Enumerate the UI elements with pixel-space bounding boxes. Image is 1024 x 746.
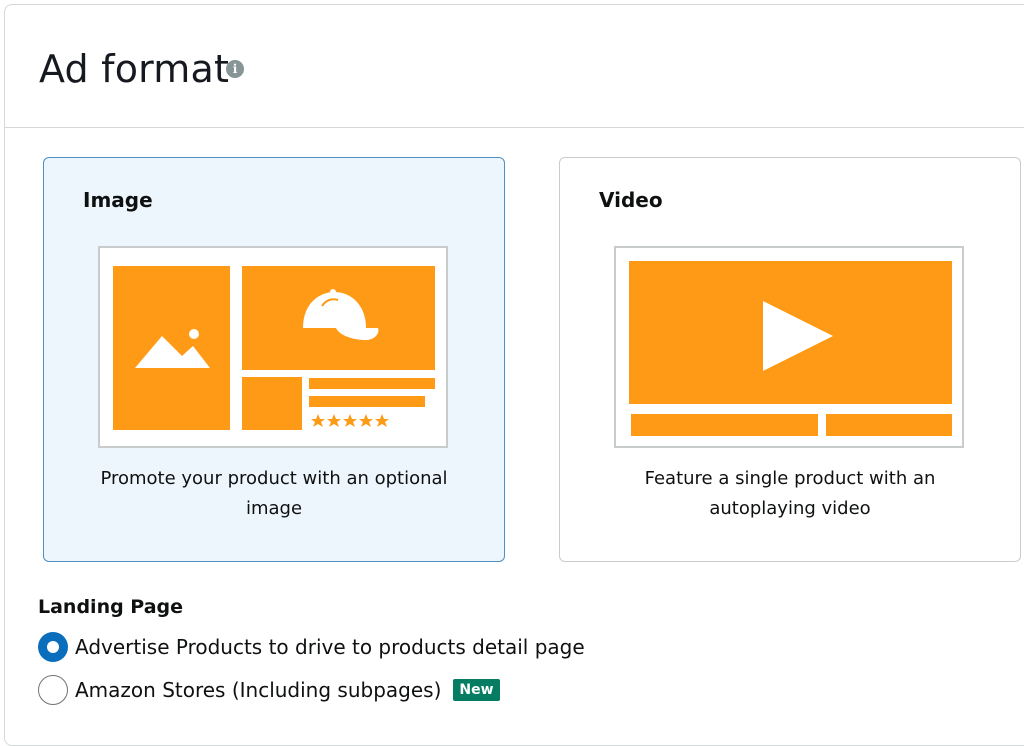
- caption-bar-right: [826, 414, 952, 436]
- card-title-video: Video: [599, 188, 663, 212]
- landing-option-amazon-stores[interactable]: Amazon Stores (Including subpages) New: [38, 675, 500, 705]
- image-ad-graphic: [113, 266, 435, 430]
- video-format-card[interactable]: Video Feature a single product with an a…: [559, 157, 1021, 562]
- rating-stars-icon: [311, 414, 389, 427]
- landing-option-product-detail[interactable]: Advertise Products to drive to products …: [38, 632, 585, 662]
- video-ad-illustration: [614, 246, 964, 448]
- video-ad-graphic: [629, 261, 952, 436]
- page-title: Ad format: [39, 47, 230, 91]
- title-bar: [309, 378, 435, 389]
- card-title-image: Image: [83, 188, 153, 212]
- landing-page-label: Landing Page: [38, 596, 184, 618]
- thumbnail-tile: [242, 377, 302, 430]
- radio-label: Amazon Stores (Including subpages): [75, 678, 442, 702]
- sun-icon: [189, 329, 199, 339]
- radio-label: Advertise Products to drive to products …: [75, 635, 585, 659]
- caption-bar-left: [631, 414, 818, 436]
- info-icon[interactable]: i: [226, 60, 244, 78]
- panel-header: Ad format i: [5, 5, 1024, 128]
- subtitle-bar: [309, 396, 425, 407]
- new-badge: New: [453, 679, 500, 701]
- radio-button-unselected[interactable]: [38, 675, 68, 705]
- image-ad-illustration: [98, 246, 448, 448]
- card-description-image: Promote your product with an optional im…: [100, 468, 448, 519]
- card-description-video: Feature a single product with an autopla…: [644, 468, 936, 519]
- image-format-card[interactable]: Image Promote your product with an optio…: [43, 157, 505, 562]
- radio-button-selected[interactable]: [38, 632, 68, 662]
